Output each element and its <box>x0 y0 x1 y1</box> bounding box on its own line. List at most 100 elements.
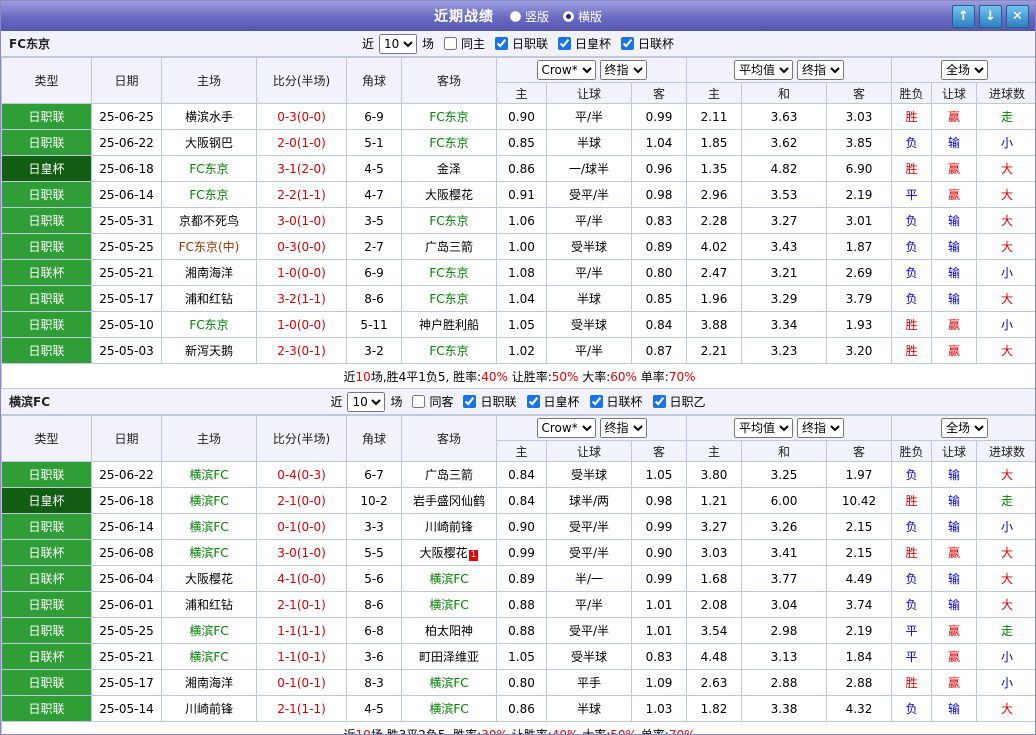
avg-source-select[interactable]: 平均值 <box>734 60 793 80</box>
cell-score: 3-1(2-0) <box>256 155 347 182</box>
sub-column-header: 让球 <box>931 440 977 462</box>
cell-avg-away: 3.03 <box>826 103 892 130</box>
column-header: 日期 <box>91 57 162 104</box>
league-filter-label: 日皇杯 <box>575 37 612 51</box>
avg-source-select[interactable]: 平均值 <box>734 418 793 438</box>
league-filter-checkbox[interactable] <box>589 395 603 408</box>
column-header: 客场 <box>401 57 497 104</box>
away-team-text: FC东京 <box>429 266 469 280</box>
cell-handicap-line: 平/半 <box>546 259 632 286</box>
cell-goals-result: 大 <box>976 591 1035 618</box>
cell-handicap-result: 输 <box>931 513 977 540</box>
cell-away-team: 町田泽维亚 <box>401 643 497 670</box>
cell-result: 负 <box>891 695 932 722</box>
match-row: 日职联 25-05-03 新泻天鹅 2-3(0-1) 3-2 FC东京 1.02 平/半 0.8… <box>1 337 1035 364</box>
header-select-group: 全场 <box>891 415 1035 441</box>
recent-count-select[interactable]: 10 <box>378 33 417 54</box>
match-row: 日皇杯 25-06-18 横滨FC 2-1(0-0) 10-2 岩手盛冈仙鹤 0.84 球半/… <box>1 487 1035 514</box>
league-filter-checkbox[interactable] <box>463 395 477 408</box>
summary-segment: 让胜率: <box>507 727 552 735</box>
cell-avg-home: 2.21 <box>686 337 742 364</box>
cell-odds-home: 0.89 <box>496 565 547 592</box>
header-select-group: 平均值 终指 <box>686 415 892 441</box>
match-row: 日联杯 25-06-08 横滨FC 3-0(1-0) 5-5 大阪樱花 1 0.99 受平/半 0… <box>1 539 1035 566</box>
cell-odds-away: 1.04 <box>631 129 687 156</box>
cell-score: 2-2(1-1) <box>256 181 347 208</box>
cell-avg-away: 3.79 <box>826 285 892 312</box>
cell-handicap-result: 输 <box>931 129 977 156</box>
cell-avg-draw: 3.23 <box>741 337 827 364</box>
header-select-group: Crow* 终指 <box>496 57 687 83</box>
cell-away-team: 金泽 <box>401 155 497 182</box>
recent-count-select[interactable]: 10 <box>347 391 386 412</box>
column-header: 日期 <box>91 415 162 462</box>
cell-goals-result: 大 <box>976 539 1035 566</box>
league-filter-checkbox[interactable] <box>526 395 540 408</box>
cell-odds-away: 0.83 <box>631 207 687 234</box>
league-filter-checkbox[interactable] <box>652 395 666 408</box>
cell-odds-home: 0.84 <box>496 461 547 488</box>
cell-goals-result: 大 <box>976 181 1035 208</box>
cell-away-team: 横滨FC <box>401 695 497 722</box>
away-team-text: 横滨FC <box>429 572 469 586</box>
cell-result: 负 <box>891 565 932 592</box>
cell-away-team: 大阪樱花 <box>401 181 497 208</box>
cell-avg-home: 3.54 <box>686 617 742 644</box>
close-button[interactable]: ✕ <box>1006 5 1029 28</box>
cell-corners: 6-9 <box>346 103 402 130</box>
cell-avg-draw: 3.25 <box>741 461 827 488</box>
cell-avg-away: 3.85 <box>826 129 892 156</box>
cell-goals-result: 大 <box>976 285 1035 312</box>
cell-avg-draw: 3.53 <box>741 181 827 208</box>
cell-odds-home: 0.99 <box>496 539 547 566</box>
cell-handicap-line: 平手 <box>546 669 632 696</box>
odds-kind-select[interactable]: 终指 <box>599 418 647 438</box>
scroll-down-button[interactable]: ↓ <box>979 5 1002 28</box>
cell-score: 1-0(0-0) <box>256 259 347 286</box>
radio-unselected-icon[interactable] <box>509 10 521 22</box>
cell-avg-home: 2.47 <box>686 259 742 286</box>
cell-handicap-result: 赢 <box>931 103 977 130</box>
odds-kind-select[interactable]: 终指 <box>599 60 647 80</box>
cell-goals-result: 小 <box>976 643 1035 670</box>
radio-horizontal-layout[interactable]: 横版 <box>563 8 602 25</box>
cell-corners: 4-7 <box>346 181 402 208</box>
scope-select[interactable]: 全场 <box>941 418 988 438</box>
avg-kind-select[interactable]: 终指 <box>797 418 844 438</box>
same-venue-checkbox[interactable] <box>443 37 457 50</box>
sections-container: FC东京近 10 场同主 日职联 日皇杯 日联杯 类型 日期 主场 比分(半场) 角球 客场 Crow*… <box>1 31 1035 735</box>
odds-source-select[interactable]: Crow* <box>536 60 596 80</box>
cell-handicap-line: 平/半 <box>546 103 632 130</box>
cell-date: 25-05-31 <box>91 207 162 234</box>
cell-score: 2-0(1-0) <box>256 129 347 156</box>
cell-score: 0-3(0-0) <box>256 103 347 130</box>
cell-handicap-result: 赢 <box>931 643 977 670</box>
section-header: FC东京 近 10 场 同主 日职联 日皇杯 日联杯 <box>1 31 1035 57</box>
scroll-up-button[interactable]: ↑ <box>952 5 975 28</box>
radio-selected-icon[interactable] <box>563 10 574 22</box>
cell-avg-home: 3.80 <box>686 461 742 488</box>
cell-home-team: 湘南海洋 <box>161 669 257 696</box>
same-venue-checkbox[interactable] <box>412 395 426 408</box>
league-filter-checkbox[interactable] <box>558 37 572 50</box>
cell-competition: 日职联 <box>1 103 92 130</box>
cell-date: 25-06-08 <box>91 539 162 566</box>
cell-score: 0-1(0-0) <box>256 513 347 540</box>
scope-select[interactable]: 全场 <box>941 60 988 80</box>
column-header: 主场 <box>161 57 257 104</box>
cell-handicap-line: 半球 <box>546 695 632 722</box>
sub-column-header: 和 <box>741 440 827 462</box>
odds-source-select[interactable]: Crow* <box>536 418 596 438</box>
cell-corners: 8-6 <box>346 591 402 618</box>
summary-row: 近10场,胜3平2负5, 胜率:30% 让胜率:40% 大率:50% 单率:70… <box>1 721 1035 735</box>
league-filter-checkbox[interactable] <box>621 37 635 50</box>
radio-vertical-layout[interactable]: 竖版 <box>509 8 549 25</box>
match-row: 日职联 25-06-14 FC东京 2-2(1-1) 4-7 大阪樱花 0.91 受平/半 0.… <box>1 181 1035 208</box>
cell-handicap-result: 赢 <box>931 311 977 338</box>
sub-column-header: 主 <box>496 82 547 104</box>
league-filter-checkbox[interactable] <box>495 37 508 50</box>
avg-kind-select[interactable]: 终指 <box>797 60 844 80</box>
cell-avg-draw: 3.21 <box>741 259 827 286</box>
cell-avg-home: 2.11 <box>686 103 742 130</box>
cell-home-team: 京都不死鸟 <box>161 207 257 234</box>
